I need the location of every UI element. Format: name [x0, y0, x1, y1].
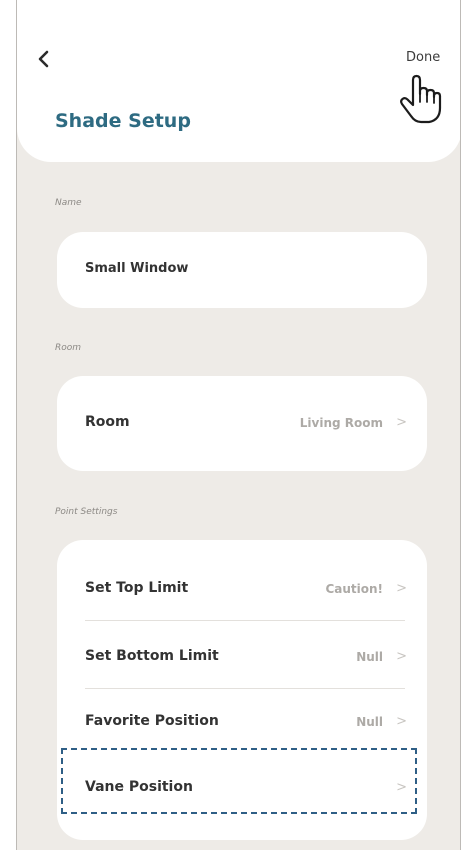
chevron-right-icon: >	[396, 649, 407, 664]
room-row[interactable]: Room Living Room >	[57, 376, 427, 471]
phone-screen: Done Shade Setup Name Small Window Room …	[16, 0, 461, 850]
row-divider	[85, 688, 405, 689]
chevron-right-icon: >	[396, 714, 407, 729]
page-title: Shade Setup	[55, 110, 191, 132]
set-top-limit-label: Set Top Limit	[85, 580, 189, 596]
room-row-label: Room	[85, 414, 130, 430]
name-value: Small Window	[85, 261, 189, 276]
hand-pointer-icon	[400, 74, 442, 124]
chevron-right-icon: >	[396, 415, 407, 430]
set-bottom-limit-value: Null	[356, 650, 383, 664]
row-divider	[85, 620, 405, 621]
favorite-position-value: Null	[356, 715, 383, 729]
favorite-position-label: Favorite Position	[85, 713, 219, 729]
header: Done Shade Setup	[17, 0, 460, 162]
chevron-right-icon: >	[396, 581, 407, 596]
name-field[interactable]: Small Window	[57, 232, 427, 308]
set-top-limit-value: Caution!	[325, 582, 383, 596]
room-section-label: Room	[55, 343, 82, 353]
room-row-value: Living Room	[299, 416, 383, 430]
chevron-left-icon[interactable]	[31, 46, 57, 72]
vane-position-highlight	[61, 748, 417, 814]
set-bottom-limit-label: Set Bottom Limit	[85, 648, 219, 664]
name-section-label: Name	[55, 198, 82, 208]
point-settings-section-label: Point Settings	[55, 507, 118, 517]
done-button[interactable]: Done	[406, 50, 440, 65]
